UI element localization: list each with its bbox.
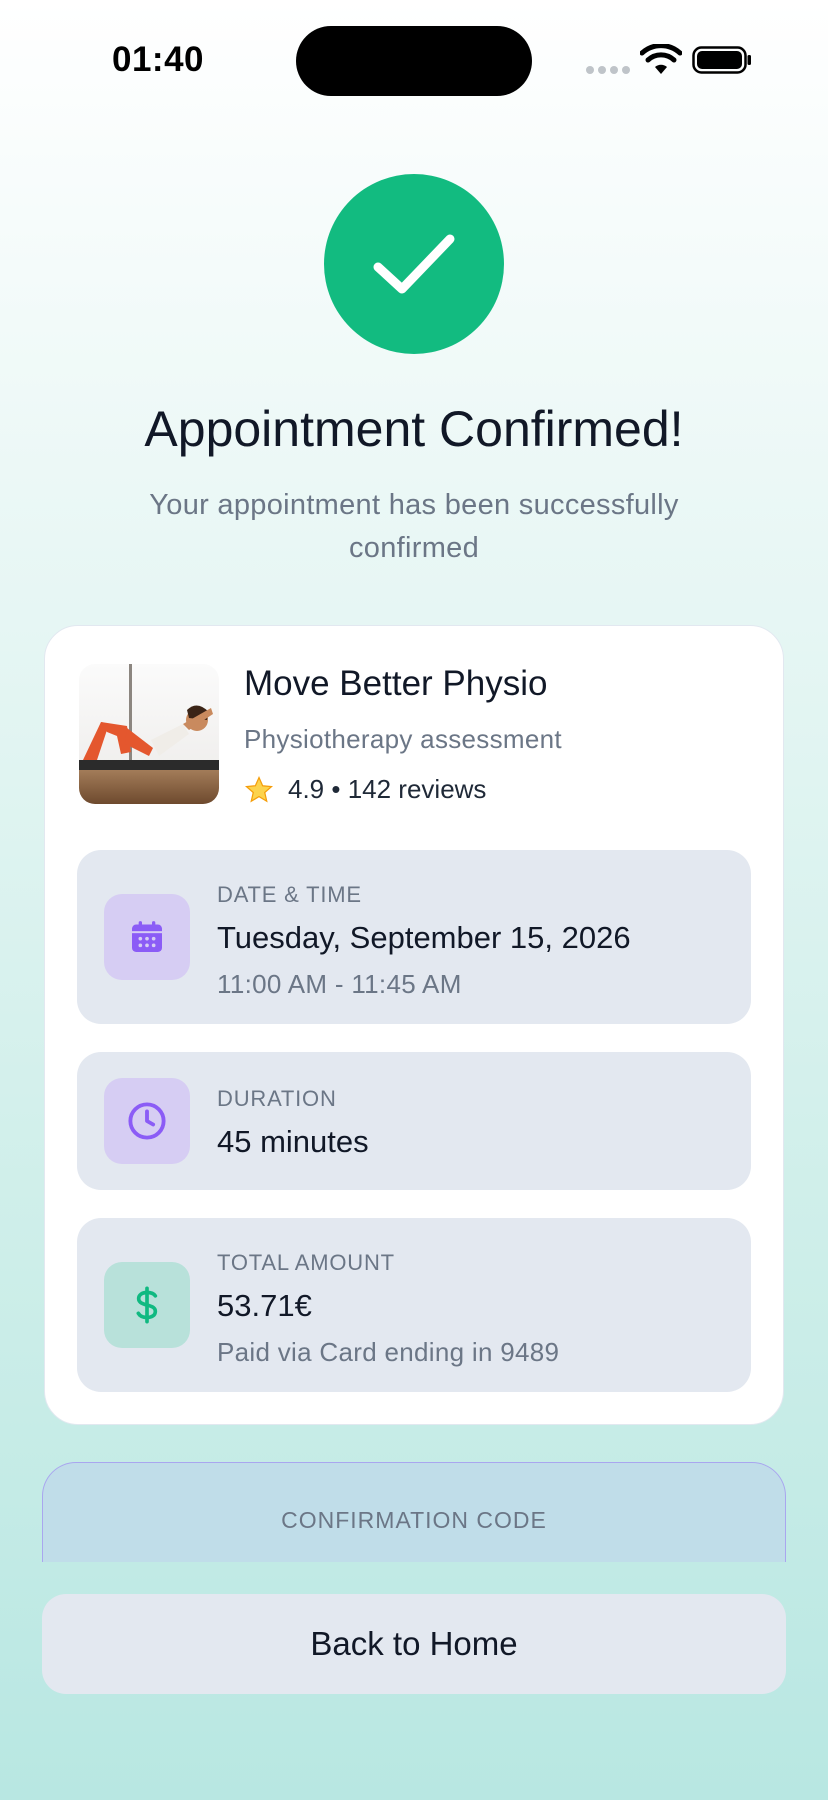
confirmation-code-label: CONFIRMATION CODE bbox=[281, 1507, 547, 1533]
success-badge bbox=[324, 174, 504, 354]
dynamic-island bbox=[296, 26, 532, 96]
dollar-icon-tile bbox=[104, 1262, 190, 1348]
date-time-section: DATE & TIME Tuesday, September 15, 2026 … bbox=[77, 850, 751, 1024]
appointment-time-range: 11:00 AM - 11:45 AM bbox=[217, 969, 462, 999]
star-icon bbox=[244, 775, 274, 803]
date-time-label: DATE & TIME bbox=[217, 882, 362, 907]
clock-icon bbox=[128, 1102, 166, 1140]
clock-icon-tile bbox=[104, 1078, 190, 1164]
clinic-name: Move Better Physio bbox=[244, 664, 548, 703]
checkmark-icon bbox=[373, 234, 455, 294]
rating-text: 4.9 • 142 reviews bbox=[288, 774, 487, 804]
rating-row: 4.9 • 142 reviews bbox=[244, 774, 486, 805]
duration-value: 45 minutes bbox=[217, 1124, 369, 1159]
battery-icon bbox=[692, 46, 751, 74]
amount-label: TOTAL AMOUNT bbox=[217, 1250, 395, 1275]
clinic-service: Physiotherapy assessment bbox=[244, 724, 562, 754]
wifi-icon bbox=[640, 44, 682, 74]
back-to-home-button[interactable]: Back to Home bbox=[42, 1594, 786, 1694]
duration-label: DURATION bbox=[217, 1086, 337, 1111]
status-time: 01:40 bbox=[112, 40, 205, 79]
amount-value: 53.71€ bbox=[217, 1288, 312, 1323]
appointment-card: Move Better Physio Physiotherapy assessm… bbox=[44, 625, 784, 1425]
clinic-photo bbox=[79, 664, 219, 804]
confirmation-code-card: CONFIRMATION CODE bbox=[42, 1462, 786, 1562]
appointment-date: Tuesday, September 15, 2026 bbox=[217, 920, 631, 955]
status-bar: 01:40 bbox=[0, 0, 828, 120]
cellular-signal-icon bbox=[586, 66, 630, 74]
page-title: Appointment Confirmed! bbox=[144, 401, 684, 457]
duration-section: DURATION 45 minutes bbox=[77, 1052, 751, 1190]
payment-method: Paid via Card ending in 9489 bbox=[217, 1337, 560, 1367]
dollar-icon bbox=[136, 1286, 158, 1324]
amount-section: TOTAL AMOUNT 53.71€ Paid via Card ending… bbox=[77, 1218, 751, 1392]
calendar-icon-tile bbox=[104, 894, 190, 980]
page-subtitle: Your appointment has been successfully c… bbox=[149, 489, 679, 564]
calendar-icon bbox=[132, 921, 162, 952]
